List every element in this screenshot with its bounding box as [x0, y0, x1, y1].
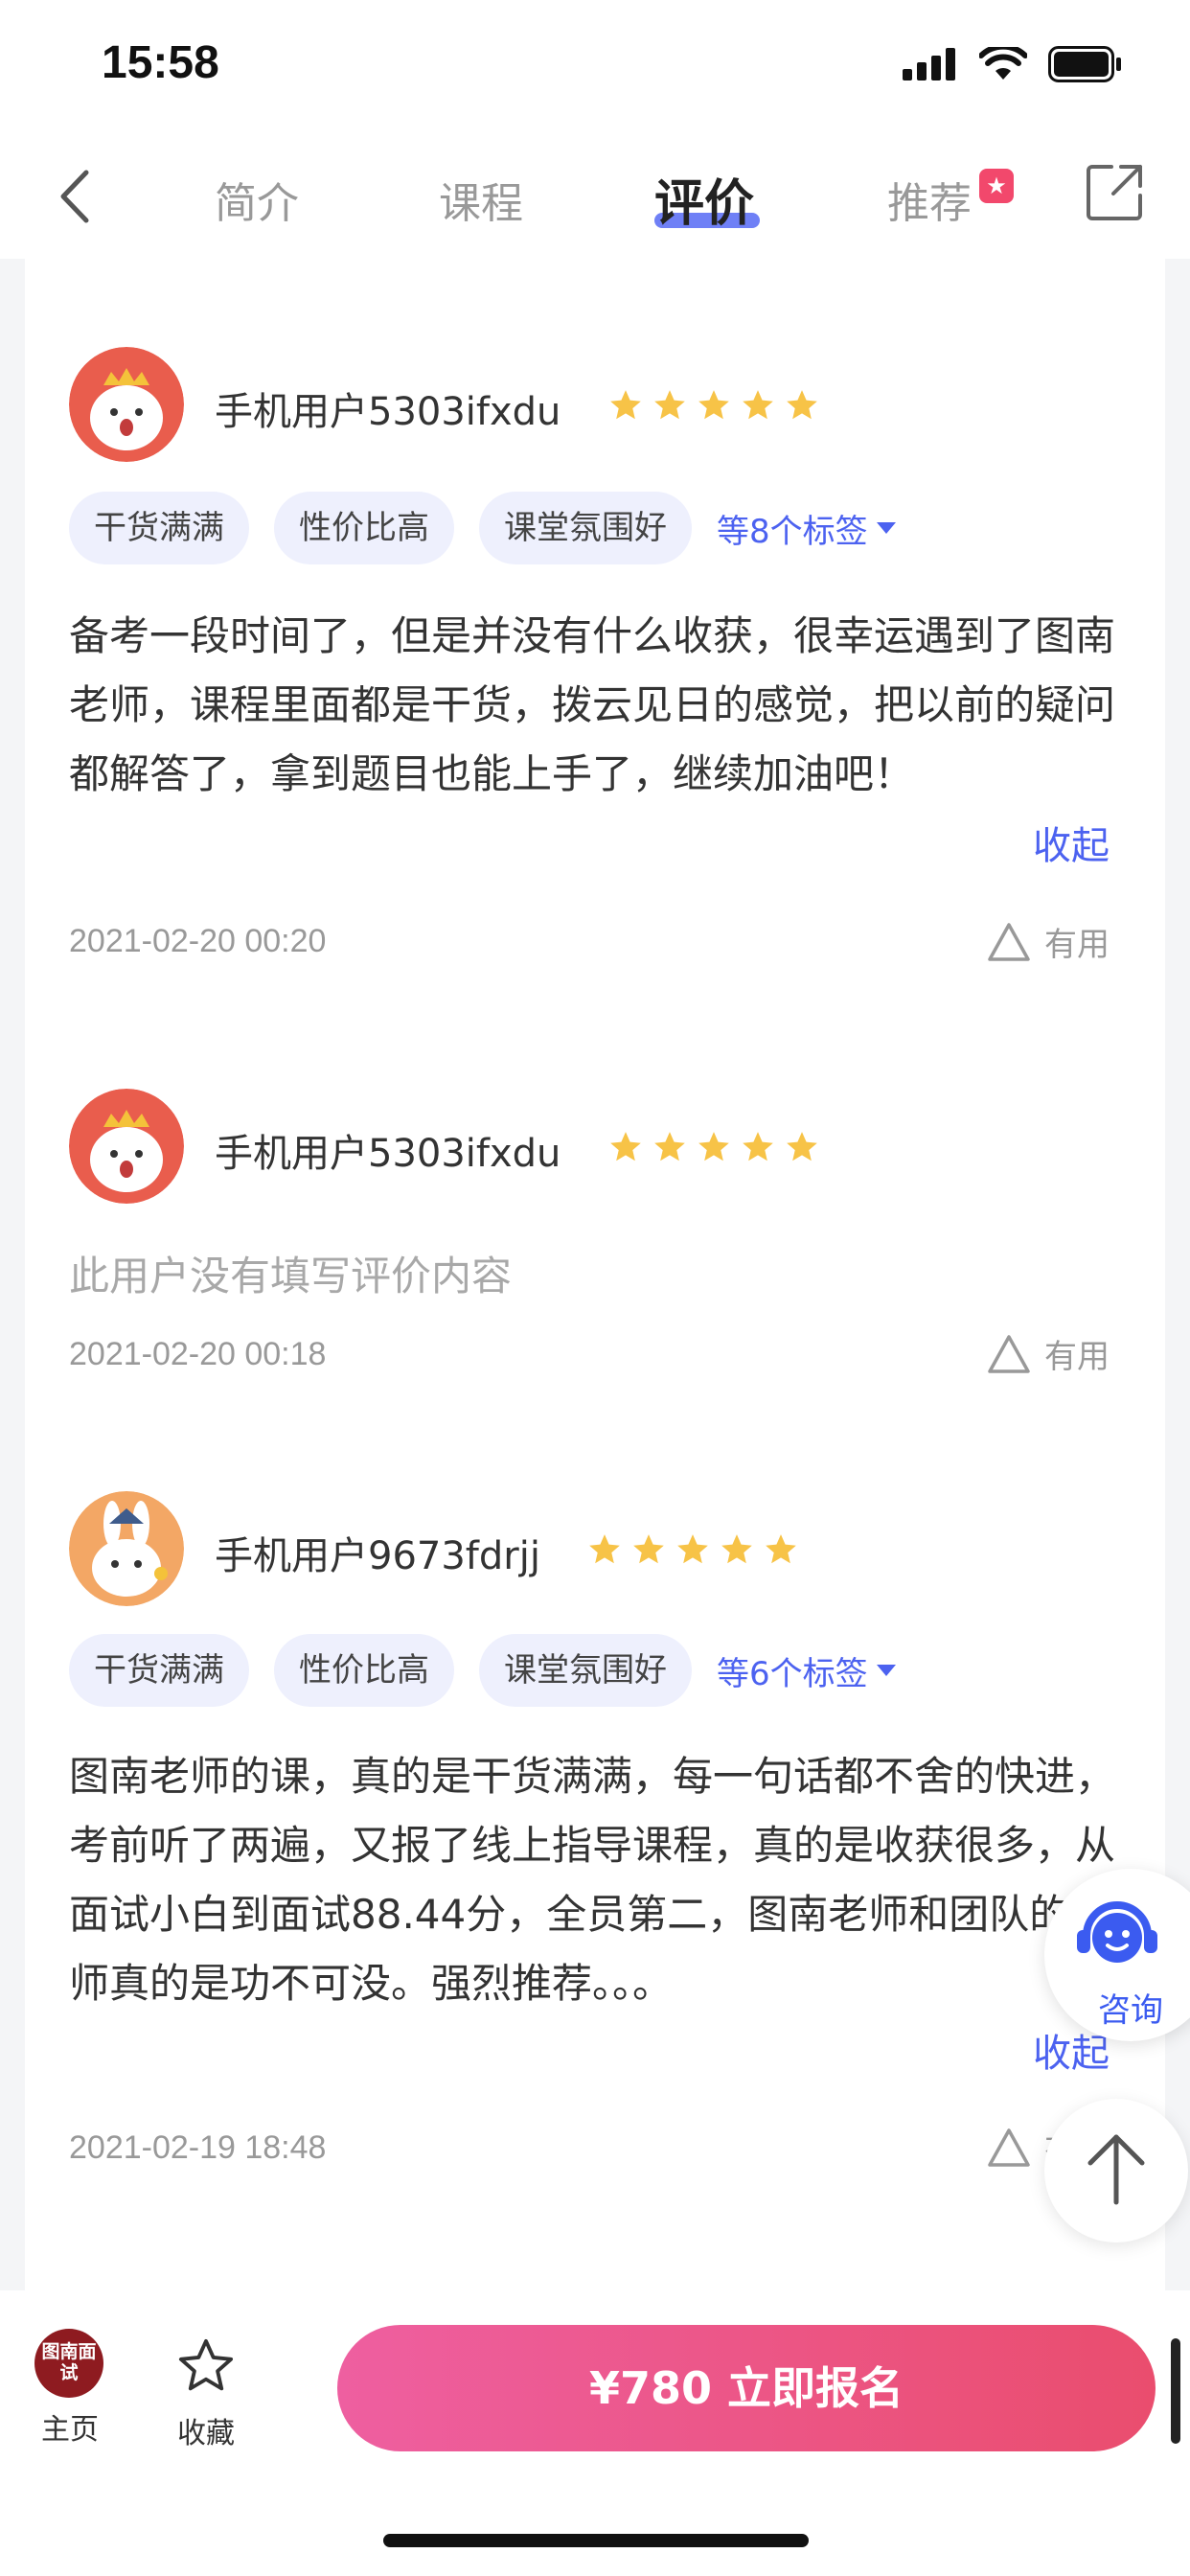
review-tags: 干货满满 性价比高 课堂氛围好 等6个标签 — [69, 1634, 897, 1707]
enroll-button[interactable]: ¥780 立即报名 — [337, 2325, 1156, 2451]
star-icon — [610, 1132, 641, 1162]
tab-intro[interactable]: 简介 — [215, 169, 299, 230]
star-icon — [698, 390, 729, 420]
star-icon — [766, 1534, 796, 1564]
star-icon — [677, 1534, 708, 1564]
star-icon — [654, 1132, 685, 1162]
star-icon — [743, 390, 773, 420]
review-username: 手机用户5303ifxdu — [215, 390, 561, 434]
avatar — [69, 1491, 184, 1606]
useful-button[interactable]: 有用 — [987, 1330, 1110, 1377]
star-icon — [633, 1534, 664, 1564]
course-review-page: 15:58 简介 课程 评价 推荐 ★ 手机用户5303ifxdu 干货满满 性… — [0, 0, 1190, 2576]
star-icon — [610, 390, 641, 420]
home-indicator — [383, 2534, 809, 2547]
signal-icon — [903, 48, 955, 80]
recommend-badge-icon: ★ — [979, 169, 1014, 203]
star-icon — [743, 1132, 773, 1162]
review-date: 2021-02-20 00:20 — [69, 923, 327, 959]
star-icon — [589, 1534, 620, 1564]
star-icon — [787, 390, 817, 420]
cat-king-avatar-icon — [69, 1089, 184, 1204]
warning-triangle-icon — [988, 1334, 1030, 1373]
review-text: 备考一段时间了，但是并没有什么收获，很幸运遇到了图南老师，课程里面都是干货，拨云… — [69, 612, 1116, 797]
wifi-icon — [979, 47, 1027, 80]
review-tags: 干货满满 性价比高 课堂氛围好 等8个标签 — [69, 492, 897, 564]
tab-courses[interactable]: 课程 — [439, 169, 523, 230]
tab-recommend[interactable]: 推荐 — [887, 169, 972, 230]
customer-service-icon — [1077, 1901, 1157, 1963]
review-list: 手机用户5303ifxdu 干货满满 性价比高 课堂氛围好 等8个标签 备考一段… — [25, 259, 1165, 2290]
review-tag: 性价比高 — [274, 1634, 454, 1707]
back-to-top-button[interactable] — [1044, 2099, 1188, 2242]
rabbit-avatar-icon — [69, 1491, 184, 1606]
caret-down-icon — [876, 1665, 896, 1676]
more-tags-label: 等6个标签 — [717, 1654, 868, 1693]
useful-label: 有用 — [1044, 1338, 1110, 1376]
status-icons — [903, 46, 1123, 82]
tab-reviews[interactable]: 评价 — [654, 163, 754, 235]
home-label: 主页 — [41, 2413, 99, 2447]
review-date: 2021-02-20 00:18 — [69, 1336, 327, 1372]
review-item: 手机用户5303ifxdu 干货满满 性价比高 课堂氛围好 等8个标签 备考一段… — [25, 259, 1165, 987]
collapse-button[interactable]: 收起 — [1033, 815, 1110, 870]
warning-triangle-icon — [988, 2128, 1030, 2167]
review-text: 图南老师的课，真的是干货满满，每一句话都不舍的快进，考前听了两遍，又报了线上指导… — [69, 1753, 1116, 2007]
home-button[interactable]: 图南面试 主页 — [34, 2329, 105, 2448]
star-icon — [787, 1132, 817, 1162]
useful-button[interactable]: 有用 — [987, 918, 1110, 965]
empty-review-text: 此用户没有填写评价内容 — [69, 1253, 513, 1300]
battery-icon — [1048, 46, 1121, 82]
cat-king-avatar-icon — [69, 347, 184, 462]
more-tags-toggle[interactable]: 等8个标签 — [717, 505, 897, 552]
avatar — [69, 1089, 184, 1204]
back-arrow-icon[interactable] — [50, 163, 98, 230]
more-tags-toggle[interactable]: 等6个标签 — [717, 1647, 897, 1694]
rating-stars — [586, 1531, 799, 1568]
warning-triangle-icon — [988, 922, 1030, 961]
useful-label: 有用 — [1044, 926, 1110, 964]
brand-logo: 图南面试 — [34, 2329, 103, 2398]
star-icon — [698, 1132, 729, 1162]
review-username: 手机用户9673fdrjj — [215, 1534, 540, 1578]
review-tag: 课堂氛围好 — [479, 492, 692, 564]
share-icon[interactable] — [1085, 161, 1146, 222]
favorite-label: 收藏 — [177, 2417, 235, 2450]
review-item: 手机用户9673fdrjj 干货满满 性价比高 课堂氛围好 等6个标签 图南老师… — [25, 1390, 1165, 2290]
scrollbar[interactable] — [1171, 2338, 1180, 2444]
status-time: 15:58 — [102, 37, 219, 88]
star-icon — [721, 1534, 752, 1564]
rating-stars — [607, 387, 820, 424]
review-tag: 性价比高 — [274, 492, 454, 564]
star-icon — [654, 390, 685, 420]
review-date: 2021-02-19 18:48 — [69, 2129, 327, 2166]
consult-label: 咨询 — [1098, 1991, 1163, 2030]
review-tag: 课堂氛围好 — [479, 1634, 692, 1707]
arrow-up-icon — [1087, 2134, 1145, 2205]
review-tag: 干货满满 — [69, 492, 249, 564]
review-username: 手机用户5303ifxdu — [215, 1132, 561, 1176]
rating-stars — [607, 1129, 820, 1165]
caret-down-icon — [876, 522, 896, 534]
star-outline-icon — [178, 2338, 234, 2391]
favorite-button[interactable]: 收藏 — [172, 2334, 240, 2451]
review-tag: 干货满满 — [69, 1634, 249, 1707]
avatar — [69, 347, 184, 462]
more-tags-label: 等8个标签 — [717, 512, 868, 551]
status-bar: 15:58 — [0, 0, 1190, 134]
review-item: 手机用户5303ifxdu 此用户没有填写评价内容 2021-02-20 00:… — [25, 987, 1165, 1390]
